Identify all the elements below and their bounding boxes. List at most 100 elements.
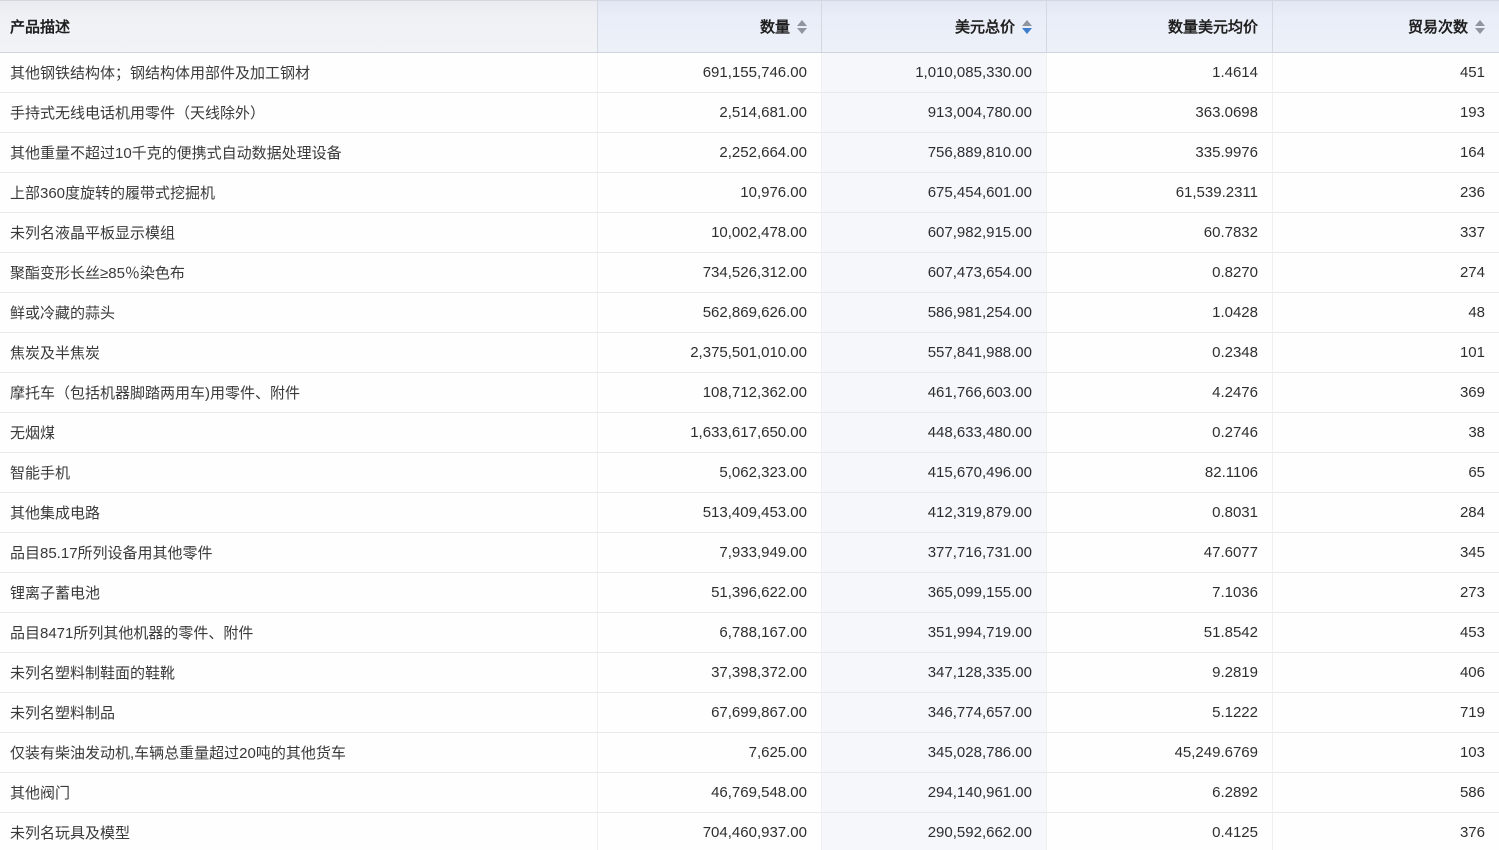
table-header: 产品描述 数量 美元总价 xyxy=(0,0,1499,53)
sort-icon-usd-total xyxy=(1022,20,1032,34)
cell-quantity: 46,769,548.00 xyxy=(598,773,822,813)
cell-quantity: 5,062,323.00 xyxy=(598,453,822,493)
cell-product-description: 其他阀门 xyxy=(0,773,598,813)
header-cell-avg-usd-price: 数量美元均价 xyxy=(1047,0,1273,53)
table-row: 鲜或冷藏的蒜头 562,869,626.00 586,981,254.00 1.… xyxy=(0,293,1499,333)
cell-avg-usd-price: 1.4614 xyxy=(1047,53,1273,93)
cell-avg-usd-price: 0.2348 xyxy=(1047,333,1273,373)
cell-quantity: 10,002,478.00 xyxy=(598,213,822,253)
cell-trade-count: 101 xyxy=(1273,333,1499,373)
trade-products-table: 产品描述 数量 美元总价 xyxy=(0,0,1499,850)
cell-quantity: 7,625.00 xyxy=(598,733,822,773)
cell-trade-count: 719 xyxy=(1273,693,1499,733)
header-label-avg-usd-price: 数量美元均价 xyxy=(1168,16,1258,37)
cell-product-description: 焦炭及半焦炭 xyxy=(0,333,598,373)
table-row: 其他集成电路 513,409,453.00 412,319,879.00 0.8… xyxy=(0,493,1499,533)
cell-quantity: 734,526,312.00 xyxy=(598,253,822,293)
trade-products-table-view: 产品描述 数量 美元总价 xyxy=(0,0,1499,850)
cell-product-description: 锂离子蓄电池 xyxy=(0,573,598,613)
cell-product-description: 聚酯变形长丝≥85％染色布 xyxy=(0,253,598,293)
cell-product-description: 鲜或冷藏的蒜头 xyxy=(0,293,598,333)
cell-avg-usd-price: 0.4125 xyxy=(1047,813,1273,850)
table-row: 仅装有柴油发动机,车辆总重量超过20吨的其他货车 7,625.00 345,02… xyxy=(0,733,1499,773)
table-row: 上部360度旋转的履带式挖掘机 10,976.00 675,454,601.00… xyxy=(0,173,1499,213)
cell-quantity: 108,712,362.00 xyxy=(598,373,822,413)
cell-product-description: 未列名液晶平板显示模组 xyxy=(0,213,598,253)
cell-usd-total: 290,592,662.00 xyxy=(822,813,1047,850)
cell-usd-total: 1,010,085,330.00 xyxy=(822,53,1047,93)
cell-usd-total: 448,633,480.00 xyxy=(822,413,1047,453)
cell-usd-total: 415,670,496.00 xyxy=(822,453,1047,493)
table-row: 聚酯变形长丝≥85％染色布 734,526,312.00 607,473,654… xyxy=(0,253,1499,293)
sort-icon-quantity xyxy=(797,20,807,34)
header-cell-quantity[interactable]: 数量 xyxy=(598,0,822,53)
caret-down-icon-active xyxy=(1022,28,1032,34)
cell-trade-count: 65 xyxy=(1273,453,1499,493)
cell-trade-count: 274 xyxy=(1273,253,1499,293)
table-body: 其他钢铁结构体；钢结构体用部件及加工钢材 691,155,746.00 1,01… xyxy=(0,53,1499,850)
cell-usd-total: 377,716,731.00 xyxy=(822,533,1047,573)
table-row: 其他阀门 46,769,548.00 294,140,961.00 6.2892… xyxy=(0,773,1499,813)
cell-avg-usd-price: 82.1106 xyxy=(1047,453,1273,493)
table-row: 品目8471所列其他机器的零件、附件 6,788,167.00 351,994,… xyxy=(0,613,1499,653)
cell-product-description: 手持式无线电话机用零件（天线除外） xyxy=(0,93,598,133)
caret-down-icon xyxy=(1475,28,1485,34)
table-row: 其他重量不超过10千克的便携式自动数据处理设备 2,252,664.00 756… xyxy=(0,133,1499,173)
cell-avg-usd-price: 0.8270 xyxy=(1047,253,1273,293)
cell-avg-usd-price: 7.1036 xyxy=(1047,573,1273,613)
table-row: 锂离子蓄电池 51,396,622.00 365,099,155.00 7.10… xyxy=(0,573,1499,613)
cell-avg-usd-price: 4.2476 xyxy=(1047,373,1273,413)
table-row: 摩托车（包括机器脚踏两用车)用零件、附件 108,712,362.00 461,… xyxy=(0,373,1499,413)
table-row: 未列名玩具及模型 704,460,937.00 290,592,662.00 0… xyxy=(0,813,1499,850)
cell-product-description: 未列名塑料制品 xyxy=(0,693,598,733)
cell-trade-count: 164 xyxy=(1273,133,1499,173)
sort-icon-trade-count xyxy=(1475,20,1485,34)
cell-avg-usd-price: 1.0428 xyxy=(1047,293,1273,333)
cell-usd-total: 557,841,988.00 xyxy=(822,333,1047,373)
header-label-usd-total: 美元总价 xyxy=(955,16,1015,37)
cell-usd-total: 412,319,879.00 xyxy=(822,493,1047,533)
cell-avg-usd-price: 0.2746 xyxy=(1047,413,1273,453)
cell-avg-usd-price: 9.2819 xyxy=(1047,653,1273,693)
table-row: 手持式无线电话机用零件（天线除外） 2,514,681.00 913,004,7… xyxy=(0,93,1499,133)
cell-usd-total: 345,028,786.00 xyxy=(822,733,1047,773)
cell-trade-count: 284 xyxy=(1273,493,1499,533)
cell-trade-count: 103 xyxy=(1273,733,1499,773)
table-row: 其他钢铁结构体；钢结构体用部件及加工钢材 691,155,746.00 1,01… xyxy=(0,53,1499,93)
table-row: 未列名塑料制鞋面的鞋靴 37,398,372.00 347,128,335.00… xyxy=(0,653,1499,693)
cell-quantity: 513,409,453.00 xyxy=(598,493,822,533)
cell-product-description: 品目85.17所列设备用其他零件 xyxy=(0,533,598,573)
cell-avg-usd-price: 363.0698 xyxy=(1047,93,1273,133)
cell-quantity: 67,699,867.00 xyxy=(598,693,822,733)
table-row: 未列名液晶平板显示模组 10,002,478.00 607,982,915.00… xyxy=(0,213,1499,253)
cell-product-description: 无烟煤 xyxy=(0,413,598,453)
cell-quantity: 37,398,372.00 xyxy=(598,653,822,693)
header-cell-product-description: 产品描述 xyxy=(0,0,598,53)
cell-quantity: 704,460,937.00 xyxy=(598,813,822,850)
cell-trade-count: 273 xyxy=(1273,573,1499,613)
cell-product-description: 上部360度旋转的履带式挖掘机 xyxy=(0,173,598,213)
cell-product-description: 仅装有柴油发动机,车辆总重量超过20吨的其他货车 xyxy=(0,733,598,773)
table-row: 焦炭及半焦炭 2,375,501,010.00 557,841,988.00 0… xyxy=(0,333,1499,373)
cell-trade-count: 38 xyxy=(1273,413,1499,453)
cell-usd-total: 294,140,961.00 xyxy=(822,773,1047,813)
table-row: 智能手机 5,062,323.00 415,670,496.00 82.1106… xyxy=(0,453,1499,493)
caret-up-icon xyxy=(797,20,807,26)
cell-usd-total: 756,889,810.00 xyxy=(822,133,1047,173)
header-cell-trade-count[interactable]: 贸易次数 xyxy=(1273,0,1499,53)
cell-quantity: 51,396,622.00 xyxy=(598,573,822,613)
table-row: 未列名塑料制品 67,699,867.00 346,774,657.00 5.1… xyxy=(0,693,1499,733)
caret-down-icon xyxy=(797,28,807,34)
cell-quantity: 691,155,746.00 xyxy=(598,53,822,93)
header-cell-usd-total[interactable]: 美元总价 xyxy=(822,0,1047,53)
cell-usd-total: 607,982,915.00 xyxy=(822,213,1047,253)
cell-product-description: 其他钢铁结构体；钢结构体用部件及加工钢材 xyxy=(0,53,598,93)
cell-quantity: 1,633,617,650.00 xyxy=(598,413,822,453)
cell-product-description: 品目8471所列其他机器的零件、附件 xyxy=(0,613,598,653)
cell-usd-total: 586,981,254.00 xyxy=(822,293,1047,333)
cell-usd-total: 913,004,780.00 xyxy=(822,93,1047,133)
cell-trade-count: 376 xyxy=(1273,813,1499,850)
cell-quantity: 10,976.00 xyxy=(598,173,822,213)
cell-product-description: 未列名玩具及模型 xyxy=(0,813,598,850)
cell-quantity: 2,514,681.00 xyxy=(598,93,822,133)
